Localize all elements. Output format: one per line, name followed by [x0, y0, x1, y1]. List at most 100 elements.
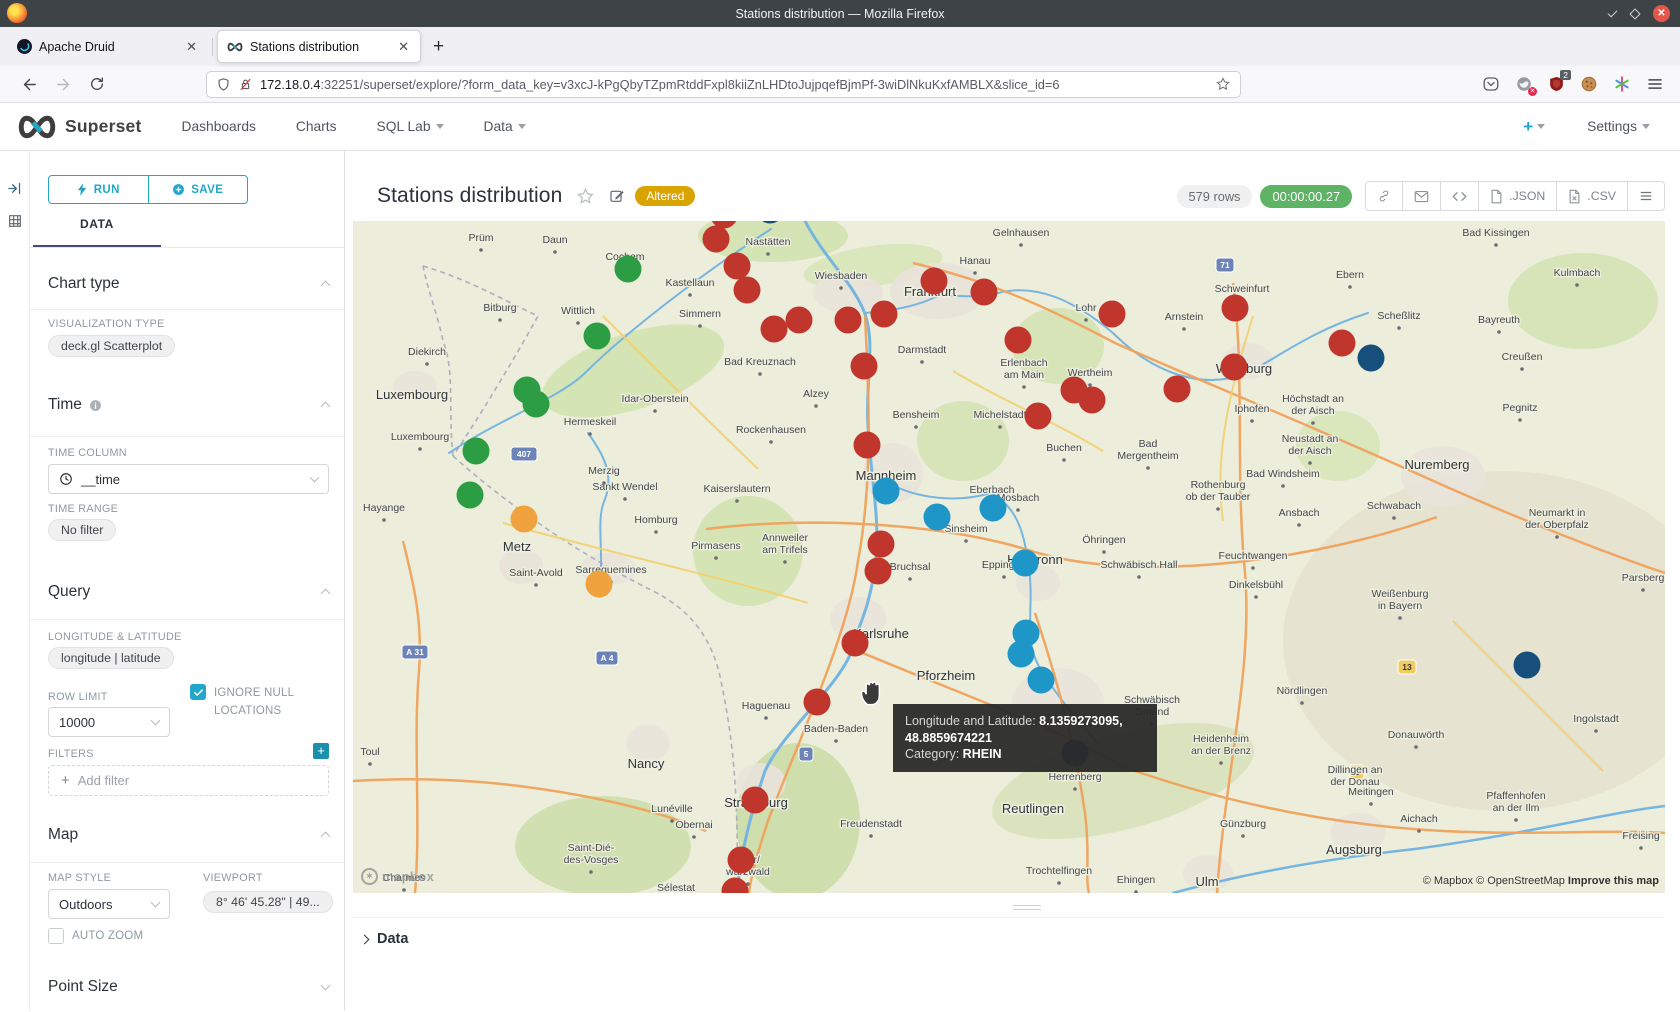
ignore-null-checkbox[interactable]	[190, 684, 206, 700]
scatter-point[interactable]	[728, 847, 755, 874]
panel-resize-handle[interactable]	[1013, 902, 1041, 913]
scatter-point[interactable]	[1025, 403, 1052, 430]
viewport-pill[interactable]: 8° 46' 45.28" | 49...	[203, 891, 333, 913]
scatter-point[interactable]	[1164, 376, 1191, 403]
add-filter-box[interactable]: + Add filter	[48, 765, 329, 796]
scatter-point[interactable]	[742, 787, 769, 814]
favorite-star-icon[interactable]	[576, 187, 595, 206]
scatter-point[interactable]	[586, 571, 613, 598]
scatter-point[interactable]	[786, 307, 813, 334]
tab-close-icon[interactable]: ✕	[184, 39, 199, 55]
add-filter-plus-button[interactable]: +	[313, 743, 329, 759]
scatter-point[interactable]	[457, 482, 484, 509]
tab-apache-druid[interactable]: Apache Druid ✕	[8, 30, 208, 63]
scatter-point[interactable]	[871, 301, 898, 328]
scatter-point[interactable]	[615, 256, 642, 283]
share-link-button[interactable]	[1365, 181, 1403, 211]
scatter-point[interactable]	[980, 495, 1007, 522]
nav-dashboards[interactable]: Dashboards	[182, 119, 256, 134]
scatter-point[interactable]	[854, 432, 881, 459]
edit-title-icon[interactable]	[609, 188, 625, 204]
improve-map-link[interactable]: Improve this map	[1568, 875, 1659, 887]
export-json-button[interactable]: .JSON	[1478, 181, 1557, 211]
scatter-point[interactable]	[1221, 354, 1248, 381]
back-button[interactable]	[12, 76, 46, 93]
scatter-point[interactable]	[865, 558, 892, 585]
scatter-point[interactable]	[1222, 295, 1249, 322]
scatter-point[interactable]	[921, 268, 948, 295]
scatter-point[interactable]	[1329, 330, 1356, 357]
scatter-point[interactable]	[463, 438, 490, 465]
tab-close-icon[interactable]: ✕	[396, 39, 411, 55]
section-map[interactable]: Map	[48, 826, 329, 844]
scatter-point[interactable]	[523, 391, 550, 418]
embed-code-button[interactable]	[1440, 181, 1479, 211]
window-minimize-icon[interactable]	[1608, 7, 1618, 17]
menu-hamburger-icon[interactable]	[1646, 75, 1664, 93]
map-attribution[interactable]: © Mapbox © OpenStreetMap Improve this ma…	[1423, 875, 1659, 887]
section-time[interactable]: Time	[48, 396, 329, 414]
scatter-point[interactable]	[1514, 652, 1541, 679]
scatter-point[interactable]	[1099, 301, 1126, 328]
scatter-point[interactable]	[851, 353, 878, 380]
data-results-section[interactable]: Data	[353, 917, 1665, 947]
scatter-point[interactable]	[835, 307, 862, 334]
scatter-point[interactable]	[1005, 327, 1032, 354]
email-button[interactable]	[1402, 181, 1441, 211]
scatter-point[interactable]	[1079, 387, 1106, 414]
tab-stations-distribution[interactable]: Stations distribution ✕	[217, 30, 421, 63]
dataset-grid-icon[interactable]	[7, 213, 23, 229]
scatter-point[interactable]	[734, 277, 761, 304]
tracking-shield-icon[interactable]	[216, 77, 231, 92]
time-range-pill[interactable]: No filter	[48, 519, 116, 541]
reload-button[interactable]	[80, 76, 114, 92]
scatter-point[interactable]	[868, 531, 895, 558]
map-style-select[interactable]: Outdoors	[48, 889, 170, 919]
mapbox-logo[interactable]: ✶ mapbox	[361, 868, 434, 885]
section-point-size[interactable]: Point Size	[48, 978, 329, 996]
window-maximize-icon[interactable]	[1629, 8, 1640, 19]
section-chart-type[interactable]: Chart type	[48, 275, 329, 293]
pocket-icon[interactable]	[1482, 75, 1500, 93]
scatter-point[interactable]	[722, 878, 749, 894]
scatter-point[interactable]	[1012, 550, 1039, 577]
new-item-button[interactable]: +	[1523, 117, 1545, 137]
scatter-point[interactable]	[703, 226, 730, 253]
privacy-extension-icon[interactable]: ✕	[1515, 75, 1533, 93]
lonlat-pill[interactable]: longitude | latitude	[48, 647, 174, 669]
scatter-point[interactable]	[1358, 345, 1385, 372]
save-button[interactable]: SAVE	[148, 176, 248, 203]
chart-menu-button[interactable]	[1627, 181, 1665, 211]
row-limit-select[interactable]: 10000	[48, 707, 170, 737]
scatter-point[interactable]	[971, 279, 998, 306]
scatter-point[interactable]	[584, 323, 611, 350]
scatter-point[interactable]	[511, 506, 538, 533]
nav-data[interactable]: Data	[484, 119, 526, 134]
new-tab-button[interactable]: +	[433, 36, 444, 58]
superset-logo[interactable]	[16, 113, 58, 141]
section-query[interactable]: Query	[48, 583, 329, 601]
scatter-point[interactable]	[1008, 641, 1035, 668]
scatter-point[interactable]	[1028, 667, 1055, 694]
adblock-shield-icon[interactable]: 2	[1548, 75, 1565, 93]
scatter-point[interactable]	[761, 316, 788, 343]
scatter-point[interactable]	[873, 478, 900, 505]
nav-sql-lab[interactable]: SQL Lab	[377, 119, 444, 134]
time-column-select[interactable]: __time	[48, 464, 329, 494]
colorful-extension-icon[interactable]	[1613, 75, 1631, 93]
nav-charts[interactable]: Charts	[296, 119, 337, 134]
url-bar[interactable]: 172.18.0.4:32251/superset/explore/?form_…	[206, 71, 1241, 98]
window-close-icon[interactable]: ✕	[1653, 5, 1670, 22]
export-csv-button[interactable]: .CSV	[1556, 181, 1628, 211]
deckgl-map[interactable]: 407A 31A 4571132PrümDaunCochemNastättenK…	[353, 221, 1665, 893]
run-button[interactable]: RUN	[49, 176, 148, 203]
collapse-panel-icon[interactable]	[7, 181, 22, 196]
scatter-point[interactable]	[804, 689, 831, 716]
url-text[interactable]: 172.18.0.4:32251/superset/explore/?form_…	[260, 77, 1208, 92]
cookie-extension-icon[interactable]	[1580, 75, 1598, 93]
scatter-point[interactable]	[724, 253, 751, 280]
bookmark-star-icon[interactable]	[1215, 76, 1231, 92]
tab-data[interactable]: DATA	[48, 217, 329, 231]
settings-menu[interactable]: Settings	[1587, 119, 1650, 134]
forward-button[interactable]	[46, 76, 80, 93]
